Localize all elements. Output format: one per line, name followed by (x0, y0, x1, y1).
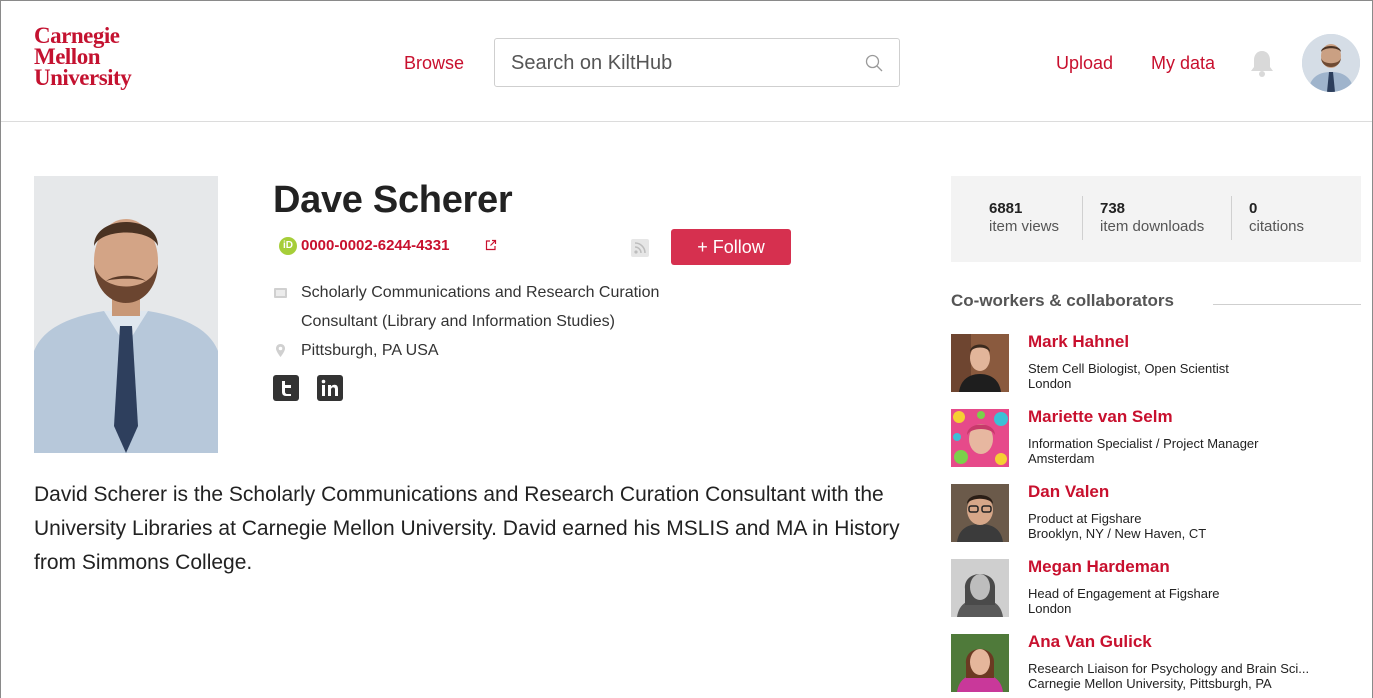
logo-line-1: Carnegie (34, 23, 120, 48)
search-box[interactable] (494, 38, 900, 87)
location-pin-icon (276, 344, 285, 357)
coworker-item: Megan Hardeman Head of Engagement at Fig… (951, 557, 1361, 621)
logo-line-3: University (34, 65, 132, 90)
coworker-item: Dan Valen Product at Figshare Brooklyn, … (951, 482, 1361, 546)
coworker-role: Product at Figshare (1028, 511, 1142, 526)
coworker-role: Stem Cell Biologist, Open Scientist (1028, 361, 1229, 376)
stat-value: 0 (1249, 200, 1258, 217)
coworker-image (951, 559, 1009, 617)
coworkers-title: Co-workers & collaborators (951, 291, 1174, 310)
rss-icon[interactable] (631, 239, 649, 257)
coworker-item: Mariette van Selm Information Specialist… (951, 407, 1361, 471)
coworker-item: Ana Van Gulick Research Liaison for Psyc… (951, 632, 1361, 696)
location-text: Pittsburgh, PA USA (301, 342, 439, 359)
stat-label: item downloads (1100, 218, 1205, 235)
search-icon[interactable] (865, 54, 883, 72)
stat-item-downloads: 738 item downloads (1100, 200, 1204, 235)
stat-label: item views (989, 218, 1060, 235)
cmu-logo[interactable]: Carnegie Mellon University (34, 23, 132, 90)
coworker-location: London (1028, 601, 1072, 616)
coworker-role: Research Liaison for Psychology and Brai… (1028, 661, 1310, 676)
stat-value: 738 (1100, 200, 1126, 217)
coworker-role: Head of Engagement at Figshare (1028, 586, 1220, 601)
orcid-link[interactable]: 0000-0002-6244-4331 (301, 237, 449, 254)
my-data-link[interactable]: My data (1151, 53, 1215, 74)
twitter-glyph (282, 381, 291, 396)
coworker-location: Brooklyn, NY / New Haven, CT (1028, 526, 1207, 541)
stat-citations: 0 citations (1249, 200, 1304, 235)
page: Carnegie Mellon University Browse Upload… (0, 0, 1373, 698)
browse-link[interactable]: Browse (404, 53, 464, 74)
location-row: Pittsburgh, PA USA (273, 336, 573, 365)
profile-bio: David Scherer is the Scholarly Communica… (34, 483, 900, 574)
coworker-name[interactable]: Ana Van Gulick (1028, 632, 1152, 652)
stat-divider (1082, 196, 1083, 240)
search-input[interactable] (511, 49, 851, 77)
logo-line-2: Mellon (34, 44, 101, 69)
stat-item-views: 6881 item views (989, 200, 1059, 235)
linkedin-icon[interactable] (317, 375, 343, 401)
coworker-image (951, 634, 1009, 692)
coworkers-divider (1213, 304, 1361, 305)
profile-image (34, 176, 218, 453)
coworker-avatar[interactable] (951, 334, 1009, 392)
coworker-image (951, 484, 1009, 542)
external-link-icon[interactable] (485, 239, 497, 251)
profile-photo (34, 176, 218, 453)
bell-icon[interactable] (1249, 49, 1275, 77)
stat-label: citations (1249, 218, 1305, 235)
position-line-2: Consultant (Library and Information Stud… (301, 313, 615, 330)
coworker-avatar[interactable] (951, 409, 1009, 467)
stat-divider (1231, 196, 1232, 240)
linkedin-glyph (321, 379, 338, 396)
position-line-1: Scholarly Communications and Research Cu… (301, 284, 660, 301)
user-avatar[interactable] (1302, 34, 1360, 92)
coworker-location: Amsterdam (1028, 451, 1095, 466)
follow-button[interactable]: + Follow (671, 229, 791, 265)
coworker-name[interactable]: Dan Valen (1028, 482, 1109, 502)
coworker-role: Information Specialist / Project Manager (1028, 436, 1259, 451)
profile-name: Dave Scherer (273, 179, 513, 221)
twitter-icon[interactable] (273, 375, 299, 401)
stats-panel: 6881 item views 738 item downloads 0 cit… (951, 176, 1361, 262)
coworker-image (951, 334, 1009, 392)
rss-glyph (634, 242, 646, 254)
site-header: Carnegie Mellon University Browse Upload… (1, 1, 1372, 122)
briefcase-icon (274, 288, 287, 298)
stat-value: 6881 (989, 200, 1023, 217)
coworker-avatar[interactable] (951, 559, 1009, 617)
coworker-name[interactable]: Megan Hardeman (1028, 557, 1170, 577)
orcid-icon: iD (279, 237, 297, 255)
avatar-image (1302, 34, 1360, 92)
upload-link[interactable]: Upload (1056, 53, 1113, 74)
coworker-item: Mark Hahnel Stem Cell Biologist, Open Sc… (951, 332, 1361, 396)
coworker-name[interactable]: Mariette van Selm (1028, 407, 1173, 427)
coworker-location: London (1028, 376, 1072, 391)
coworker-name[interactable]: Mark Hahnel (1028, 332, 1129, 352)
coworker-location: Carnegie Mellon University, Pittsburgh, … (1028, 676, 1272, 691)
coworker-avatar[interactable] (951, 484, 1009, 542)
coworker-avatar[interactable] (951, 634, 1009, 692)
position-row: Scholarly Communications and Research Cu… (273, 278, 793, 338)
coworker-image (951, 409, 1009, 467)
